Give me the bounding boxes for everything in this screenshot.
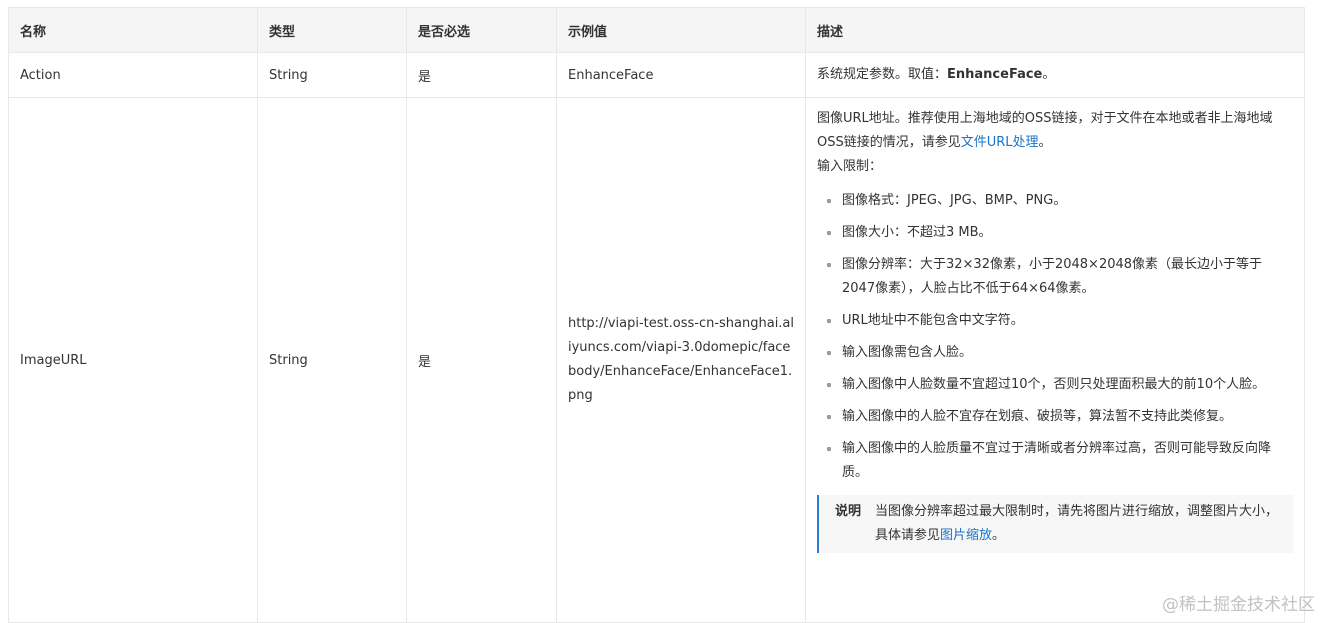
parameter-table: 名称 类型 是否必选 示例值 描述 Action String 是 Enhanc…	[8, 7, 1305, 623]
table-header-row: 名称 类型 是否必选 示例值 描述	[8, 7, 1305, 53]
header-description: 描述	[805, 7, 1305, 53]
bullet-icon	[827, 263, 831, 267]
cell-required: 是	[406, 52, 557, 98]
cell-name: Action	[8, 52, 258, 98]
table-row: ImageURL String 是 http://viapi-test.oss-…	[8, 97, 1305, 623]
bullet-icon	[827, 351, 831, 355]
file-url-handling-link[interactable]: 文件URL处理	[961, 135, 1039, 150]
limit-text: 图像分辨率：大于32×32像素，小于2048×2048像素（最长边小于等于204…	[842, 257, 1263, 296]
list-item: 输入图像中的人脸不宜存在划痕、破损等，算法暂不支持此类修复。	[825, 405, 1293, 429]
image-resize-link[interactable]: 图片缩放	[940, 528, 992, 543]
list-item: 图像大小：不超过3 MB。	[825, 221, 1293, 245]
limit-text: 输入图像需包含人脸。	[842, 345, 973, 360]
bullet-icon	[827, 383, 831, 387]
list-item: 输入图像中人脸数量不宜超过10个，否则只处理面积最大的前10个人脸。	[825, 373, 1293, 397]
watermark: @稀土掘金技术社区	[1162, 595, 1315, 615]
cell-example: http://viapi-test.oss-cn-shanghai.aliyun…	[556, 97, 806, 623]
description-value: EnhanceFace	[947, 67, 1043, 82]
limit-text: 输入图像中的人脸质量不宜过于清晰或者分辨率过高，否则可能导致反向降质。	[842, 441, 1272, 480]
list-item: 输入图像中的人脸质量不宜过于清晰或者分辨率过高，否则可能导致反向降质。	[825, 437, 1293, 485]
bullet-icon	[827, 319, 831, 323]
bullet-icon	[827, 447, 831, 451]
limit-text: URL地址中不能包含中文字符。	[842, 313, 1024, 328]
cell-name: ImageURL	[8, 97, 258, 623]
header-example: 示例值	[556, 7, 806, 53]
table-row: Action String 是 EnhanceFace 系统规定参数。取值：En…	[8, 52, 1305, 98]
note-box: 说明 当图像分辨率超过最大限制时，请先将图片进行缩放，调整图片大小，具体请参见图…	[817, 495, 1293, 553]
description-text: 系统规定参数。取值：	[817, 67, 948, 82]
limits-title: 输入限制：	[817, 159, 883, 174]
list-item: URL地址中不能包含中文字符。	[825, 309, 1293, 333]
list-item: 输入图像需包含人脸。	[825, 341, 1293, 365]
bullet-icon	[827, 231, 831, 235]
description-intro: 图像URL地址。推荐使用上海地域的OSS链接，对于文件在本地或者非上海地域OSS…	[817, 107, 1293, 155]
list-item: 图像格式：JPEG、JPG、BMP、PNG。	[825, 189, 1293, 213]
note-end: 。	[992, 528, 1006, 543]
limit-text: 图像格式：JPEG、JPG、BMP、PNG。	[842, 193, 1067, 208]
cell-type: String	[257, 97, 407, 623]
cell-type: String	[257, 52, 407, 98]
list-item: 图像分辨率：大于32×32像素，小于2048×2048像素（最长边小于等于204…	[825, 253, 1293, 301]
note-body: 当图像分辨率超过最大限制时，请先将图片进行缩放，调整图片大小，具体请参见	[875, 504, 1279, 543]
description-intro-end: 。	[1038, 135, 1052, 150]
cell-required: 是	[406, 97, 557, 623]
cell-description: 系统规定参数。取值：EnhanceFace。	[805, 52, 1305, 98]
limit-text: 图像大小：不超过3 MB。	[842, 225, 992, 240]
header-type: 类型	[257, 7, 407, 53]
header-required: 是否必选	[406, 7, 557, 53]
bullet-icon	[827, 199, 831, 203]
cell-description: 图像URL地址。推荐使用上海地域的OSS链接，对于文件在本地或者非上海地域OSS…	[805, 97, 1305, 623]
bullet-icon	[827, 415, 831, 419]
limit-text: 输入图像中的人脸不宜存在划痕、破损等，算法暂不支持此类修复。	[842, 409, 1233, 424]
note-label: 说明	[835, 504, 862, 519]
limits-list: 图像格式：JPEG、JPG、BMP、PNG。 图像大小：不超过3 MB。 图像分…	[817, 189, 1293, 485]
limit-text: 输入图像中人脸数量不宜超过10个，否则只处理面积最大的前10个人脸。	[842, 377, 1266, 392]
note-text: 当图像分辨率超过最大限制时，请先将图片进行缩放，调整图片大小，具体请参见图片缩放…	[875, 500, 1279, 548]
cell-example: EnhanceFace	[556, 52, 806, 98]
header-name: 名称	[8, 7, 258, 53]
description-end: 。	[1042, 67, 1056, 82]
